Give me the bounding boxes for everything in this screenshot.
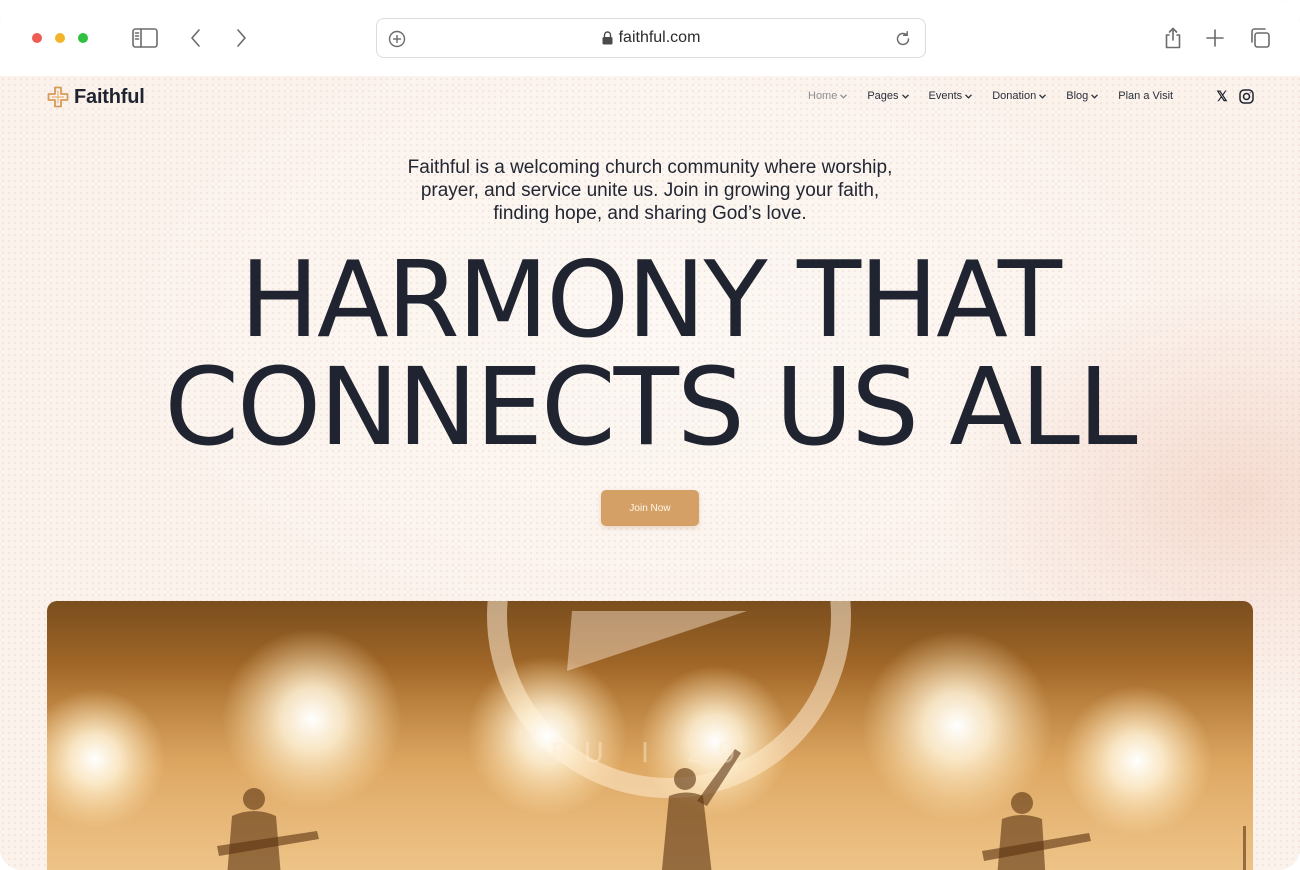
- url-display[interactable]: faithful.com: [602, 29, 701, 47]
- window-controls: [32, 33, 88, 43]
- instagram-icon[interactable]: [1238, 88, 1254, 104]
- nav-item-label: Donation: [992, 90, 1037, 102]
- nav-item-label: Home: [808, 90, 838, 102]
- tabs-icon: [1251, 28, 1270, 48]
- nav-item-label: Blog: [1066, 90, 1089, 102]
- minimize-window-button[interactable]: [55, 33, 65, 43]
- cross-logo-icon: [47, 86, 69, 108]
- share-button[interactable]: [1158, 24, 1188, 52]
- sidebar-icon: [132, 28, 158, 48]
- back-button[interactable]: [181, 24, 211, 52]
- nav-item-donation[interactable]: Donation: [992, 90, 1047, 102]
- nav-item-pages[interactable]: Pages: [867, 90, 909, 102]
- x-icon[interactable]: 𝕏: [1214, 88, 1230, 104]
- intro-line: finding hope, and sharing God’s love.: [493, 203, 807, 224]
- browser-window: faithful.com Faithful Home Pages Events …: [0, 0, 1300, 870]
- chevron-down-icon: [1039, 93, 1047, 99]
- intro-line: prayer, and service unite us. Join in gr…: [420, 180, 880, 201]
- intro-line: Faithful is a welcoming church community…: [407, 157, 893, 178]
- nav-item-label: Pages: [867, 90, 899, 102]
- tab-overview-button[interactable]: [1245, 24, 1275, 52]
- plus-icon: [1206, 29, 1224, 47]
- main-nav: Home Pages Events Donation Blog Plan a V…: [808, 90, 1173, 102]
- nav-item-label: Events: [928, 90, 963, 102]
- site-logo[interactable]: Faithful: [46, 85, 145, 109]
- hero-title-line: CONNECTS US ALL: [164, 346, 1137, 470]
- forward-button[interactable]: [226, 24, 256, 52]
- address-bar[interactable]: faithful.com: [376, 18, 926, 58]
- new-tab-icon[interactable]: [387, 29, 407, 49]
- webpage: Faithful Home Pages Events Donation Blog…: [0, 76, 1300, 870]
- lock-icon: [602, 31, 613, 45]
- hero-title-line: HARMONY THAT: [240, 239, 1062, 361]
- join-now-button[interactable]: Join Now: [601, 490, 699, 526]
- worship-concert-image: BU I 29: [47, 601, 1253, 870]
- nav-item-home[interactable]: Home: [808, 90, 848, 102]
- close-window-button[interactable]: [32, 33, 42, 43]
- chevron-down-icon: [901, 93, 909, 99]
- url-text: faithful.com: [618, 29, 701, 46]
- nav-item-label: Plan a Visit: [1118, 90, 1174, 102]
- hero-title: HARMONY THAT CONNECTS US ALL: [0, 246, 1300, 462]
- nav-item-blog[interactable]: Blog: [1066, 90, 1099, 102]
- site-header: Faithful Home Pages Events Donation Blog…: [0, 76, 1300, 120]
- nav-item-events[interactable]: Events: [929, 90, 973, 102]
- hero-intro: Faithful is a welcoming church community…: [350, 156, 950, 225]
- new-tab-button[interactable]: [1200, 24, 1230, 52]
- chevron-right-icon: [237, 29, 246, 47]
- stage-backdrop-text: BU I 29: [550, 736, 750, 769]
- chevron-left-icon: [191, 29, 200, 47]
- browser-toolbar: faithful.com: [0, 0, 1300, 76]
- brand-name: Faithful: [74, 85, 145, 108]
- zoom-window-button[interactable]: [78, 33, 88, 43]
- chevron-down-icon: [1091, 93, 1099, 99]
- share-icon: [1165, 27, 1181, 49]
- chevron-down-icon: [965, 93, 973, 99]
- nav-item-plan-a-visit[interactable]: Plan a Visit: [1118, 90, 1173, 102]
- chevron-down-icon: [840, 93, 848, 99]
- reload-icon[interactable]: [893, 29, 913, 49]
- sidebar-toggle-button[interactable]: [130, 24, 160, 52]
